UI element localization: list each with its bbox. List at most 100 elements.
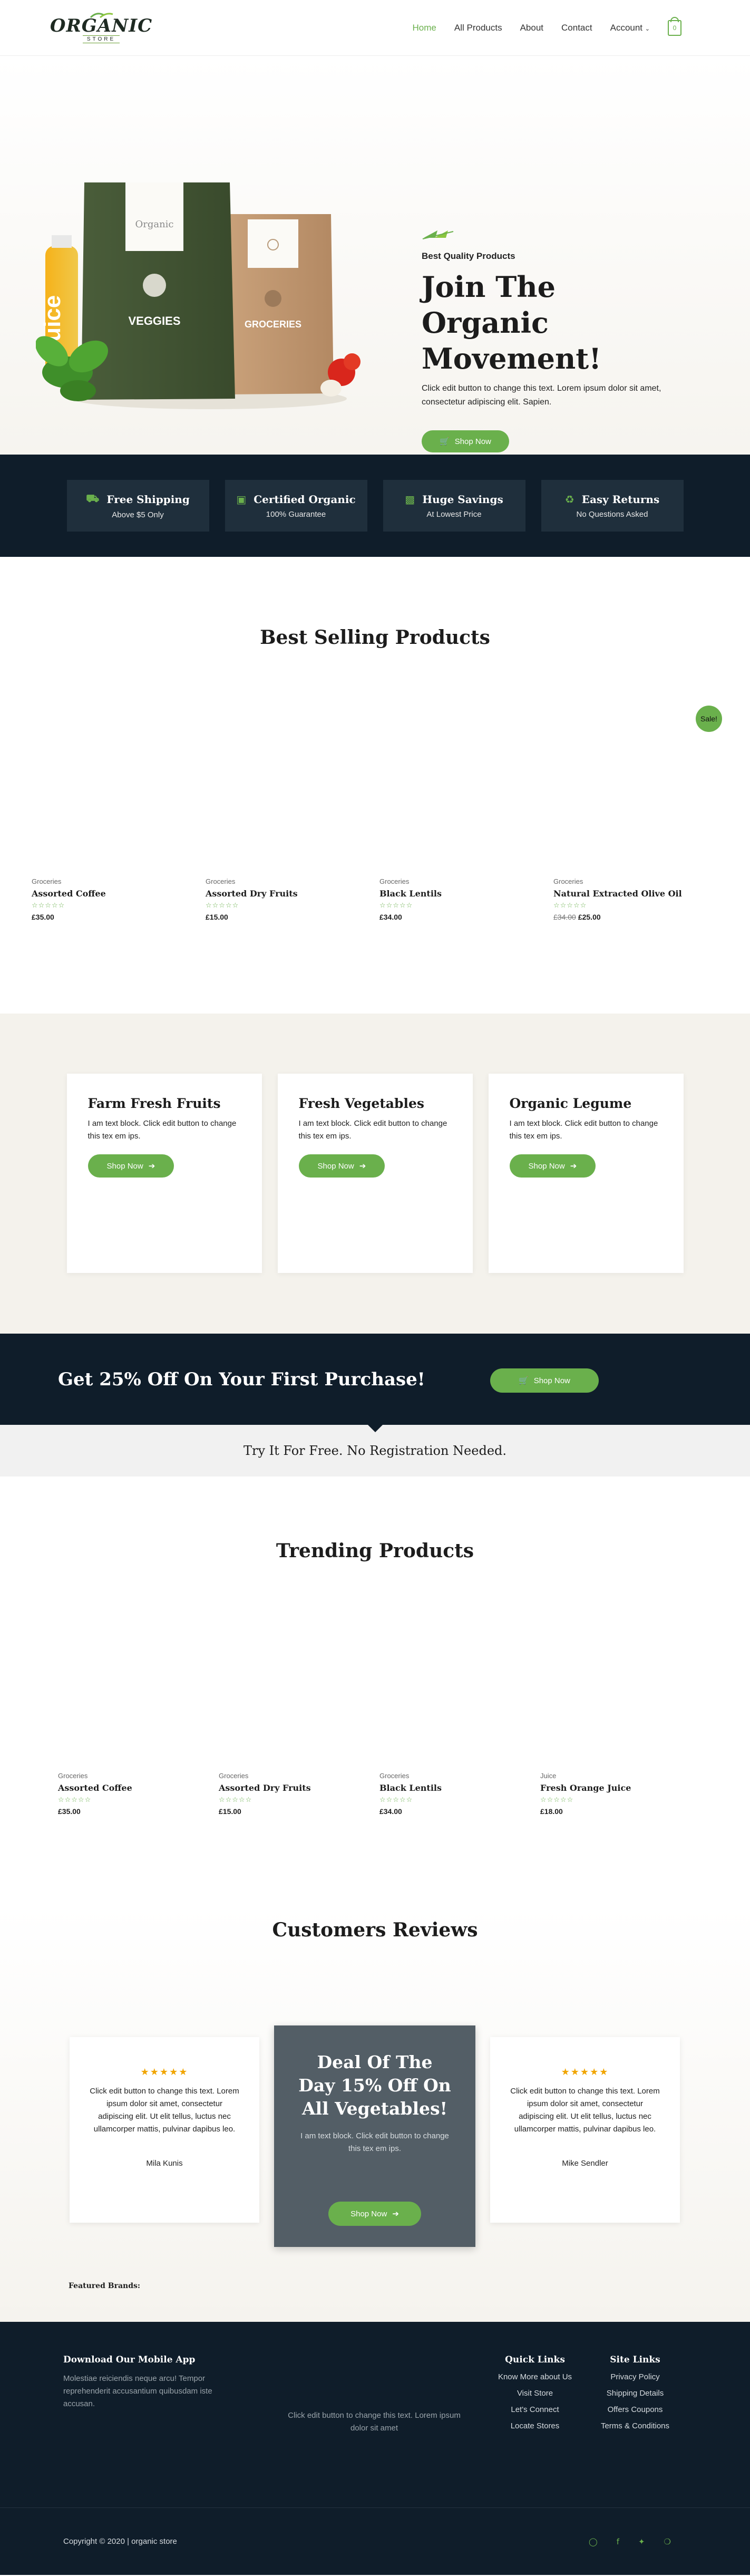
product-card[interactable]: Groceries Natural Extracted Olive Oil ☆☆… (553, 877, 727, 921)
deal-description: I am text block. Click edit button to ch… (300, 2131, 449, 2153)
deal-shop-now-button[interactable]: Shop Now ➔ (328, 2202, 421, 2226)
logo[interactable]: ORGANIC STORE (50, 12, 152, 43)
try-free-banner: Try It For Free. No Registration Needed. (0, 1425, 750, 1477)
hero-eyebrow: Best Quality Products (422, 251, 515, 261)
nav-contact[interactable]: Contact (561, 23, 592, 33)
leaf-decoration-icon (422, 230, 454, 239)
product-category: Groceries (32, 877, 62, 885)
categories-section: Farm Fresh Fruits I am text block. Click… (0, 1014, 750, 1334)
product-category: Groceries (206, 877, 236, 885)
promo-arrow (368, 1425, 383, 1432)
category-card-fruits: Farm Fresh Fruits I am text block. Click… (66, 1074, 262, 1273)
footer-link[interactable]: Know More about Us (495, 2372, 574, 2381)
promo-shop-now-button[interactable]: 🛒 Shop Now (490, 1368, 599, 1393)
product-card[interactable]: Groceries Assorted Dry Fruits ☆☆☆☆☆ £15.… (206, 877, 379, 921)
nav-account-label: Account (610, 22, 643, 33)
product-price: £35.00 (58, 1807, 81, 1816)
product-price: £34.00 £25.00 (553, 913, 727, 921)
cart-icon: 🛒 (519, 1376, 529, 1385)
footer-middle-text: Click edit button to change this text. L… (288, 2411, 461, 2433)
product-card[interactable]: Groceries Assorted Coffee ☆☆☆☆☆ £35.00 (58, 1772, 219, 1816)
product-card[interactable]: Groceries Black Lentils ☆☆☆☆☆ £34.00 (379, 1772, 540, 1816)
product-name[interactable]: Black Lentils (379, 1783, 540, 1793)
footer-link[interactable]: Shipping Details (590, 2389, 680, 2398)
rating-stars-icon: ☆☆☆☆☆ (379, 902, 413, 910)
product-price: £34.00 (379, 913, 402, 921)
bag-right-label: GROCERIES (245, 319, 301, 330)
cart-button[interactable]: 0 (668, 16, 681, 36)
product-card[interactable]: Groceries Assorted Dry Fruits ☆☆☆☆☆ £15.… (219, 1772, 379, 1816)
featured-brands-label: Featured Brands: (69, 2282, 141, 2290)
product-name[interactable]: Assorted Coffee (32, 889, 206, 899)
cart-icon: 🛒 (440, 437, 450, 446)
footer-app-title: Download Our Mobile App (63, 2355, 196, 2365)
twitter-icon[interactable]: ✦ (638, 2537, 645, 2546)
nav-home[interactable]: Home (413, 23, 436, 33)
feature-free-shipping: ⛟ Free Shipping Above $5 Only (66, 480, 209, 532)
rating-stars-icon: ☆☆☆☆☆ (379, 1796, 413, 1804)
footer-link[interactable]: Terms & Conditions (590, 2421, 680, 2430)
product-name[interactable]: Assorted Dry Fruits (219, 1783, 379, 1793)
product-card[interactable]: Groceries Black Lentils ☆☆☆☆☆ £34.00 (379, 877, 553, 921)
product-name[interactable]: Assorted Dry Fruits (206, 889, 379, 899)
try-free-text: Try It For Free. No Registration Needed. (243, 1443, 507, 1458)
product-sale-price: £25.00 (578, 913, 601, 921)
hero-shop-now-button[interactable]: 🛒 Shop Now (422, 430, 509, 452)
category-title: Fresh Vegetables (298, 1096, 424, 1111)
certificate-icon: ▣ (236, 493, 247, 506)
category-shop-now-button[interactable]: Shop Now ➔ (509, 1154, 596, 1178)
deal-of-the-day-card: Deal Of The Day 15% Off On All Vegetable… (274, 2025, 475, 2247)
arrow-right-icon: ➔ (148, 1162, 155, 1171)
footer-link[interactable]: Privacy Policy (590, 2372, 680, 2381)
review-card: ★★★★★ Click edit button to change this t… (490, 2037, 680, 2223)
feature-title: Certified Organic (254, 493, 356, 506)
main-nav: Home All Products About Contact Account … (413, 16, 681, 36)
product-category: Groceries (219, 1772, 249, 1780)
nav-about[interactable]: About (520, 23, 543, 33)
button-label: Shop Now (350, 2209, 387, 2218)
product-price: £35.00 (32, 913, 54, 921)
product-name[interactable]: Assorted Coffee (58, 1783, 219, 1793)
nav-account[interactable]: Account ⌄ (610, 23, 650, 33)
rating-stars-icon: ☆☆☆☆☆ (58, 1796, 92, 1804)
reviewer-name: Mila Kunis (146, 2159, 183, 2168)
facebook-icon[interactable]: f (617, 2537, 619, 2546)
category-card-legume: Organic Legume I am text block. Click ed… (488, 1074, 684, 1273)
hero-section: GROCERIES Organic VEGGIES Juice Best Qua… (0, 56, 750, 455)
nav-all-products[interactable]: All Products (454, 23, 502, 33)
category-title: Organic Legume (509, 1096, 632, 1111)
product-card[interactable]: Juice Fresh Orange Juice ☆☆☆☆☆ £18.00 (540, 1772, 701, 1816)
product-name[interactable]: Natural Extracted Olive Oil (553, 889, 727, 899)
footer-app-description: Molestiae reiciendis neque arcu! Tempor … (63, 2374, 212, 2408)
product-grid: Groceries Assorted Coffee ☆☆☆☆☆ £35.00 G… (58, 1772, 701, 1816)
footer-link[interactable]: Visit Store (495, 2389, 574, 2398)
category-title: Farm Fresh Fruits (87, 1096, 221, 1111)
feature-subtitle: At Lowest Price (426, 509, 482, 519)
product-name[interactable]: Black Lentils (379, 889, 553, 899)
footer-link[interactable]: Let's Connect (495, 2405, 574, 2414)
footer-site-links: Site Links Privacy Policy Shipping Detai… (590, 2355, 680, 2430)
button-label: Shop Now (533, 1376, 570, 1385)
instagram-icon[interactable]: ◯ (589, 2537, 598, 2546)
review-text: Click edit button to change this text. L… (90, 2087, 239, 2134)
category-description: I am text block. Click edit button to ch… (87, 1119, 237, 1141)
button-label: Shop Now (106, 1161, 143, 1171)
product-name[interactable]: Fresh Orange Juice (540, 1783, 701, 1793)
feature-huge-savings: ▩ Huge Savings At Lowest Price (383, 480, 525, 532)
footer-link[interactable]: Locate Stores (495, 2421, 574, 2430)
site-header: ORGANIC STORE Home All Products About Co… (0, 0, 750, 56)
product-card[interactable]: Groceries Assorted Coffee ☆☆☆☆☆ £35.00 (32, 877, 206, 921)
category-description: I am text block. Click edit button to ch… (298, 1119, 447, 1141)
star-rating-icon: ★★★★★ (561, 2067, 609, 2078)
section-title: Customers Reviews (272, 1919, 478, 1941)
category-shop-now-button[interactable]: Shop Now ➔ (298, 1154, 385, 1178)
product-category: Groceries (379, 1772, 410, 1780)
footer-app-block: Download Our Mobile App Molestiae reicie… (63, 2355, 242, 2410)
product-price: £15.00 (219, 1807, 241, 1816)
footer-link[interactable]: Offers Coupons (590, 2405, 680, 2414)
category-shop-now-button[interactable]: Shop Now ➔ (87, 1154, 174, 1178)
pinterest-icon[interactable]: ❍ (664, 2537, 671, 2546)
promo-banner: Get 25% Off On Your First Purchase! 🛒 Sh… (0, 1334, 750, 1432)
best-selling-section: Best Selling Products Sale! Groceries As… (0, 557, 750, 1014)
hero-title: Join The Organic Movement! (422, 270, 601, 375)
